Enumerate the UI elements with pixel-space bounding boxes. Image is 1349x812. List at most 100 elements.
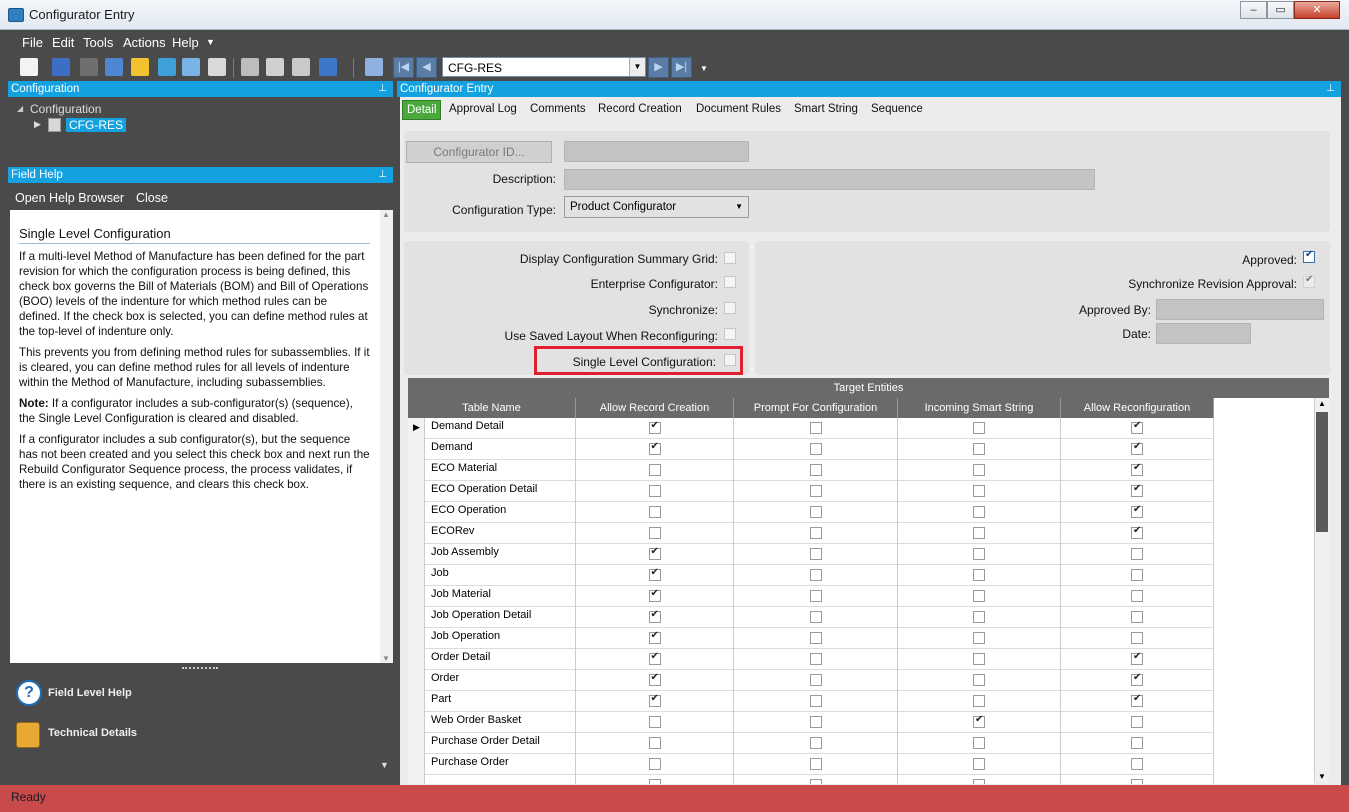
- configurator-id-button[interactable]: Configurator ID...: [406, 141, 552, 163]
- menu-help[interactable]: Help: [172, 35, 199, 50]
- grid-checkbox[interactable]: [973, 737, 985, 749]
- tab-approval-log[interactable]: Approval Log: [449, 103, 517, 115]
- next-record-button[interactable]: ▶: [648, 57, 669, 78]
- row-selector[interactable]: [408, 544, 425, 565]
- row-selector[interactable]: [408, 775, 425, 784]
- grid-checkbox[interactable]: [1131, 462, 1143, 476]
- row-selector[interactable]: ▶: [408, 418, 425, 439]
- tab-detail[interactable]: Detail: [402, 100, 442, 120]
- tab-smart-string[interactable]: Smart String: [794, 103, 858, 115]
- table-name-cell[interactable]: Web Order Basket: [426, 712, 576, 733]
- table-name-cell[interactable]: Purchase Order: [426, 754, 576, 775]
- table-row[interactable]: Demand: [408, 439, 1214, 460]
- expand-icon[interactable]: ▶: [34, 119, 41, 130]
- grid-checkbox[interactable]: [1131, 758, 1143, 770]
- grid-checkbox[interactable]: [973, 632, 985, 644]
- column-header-prompt-for-configuration[interactable]: Prompt For Configuration: [734, 398, 898, 418]
- grid-checkbox[interactable]: [648, 737, 661, 749]
- open-book-icon[interactable]: [105, 58, 123, 76]
- grid-checkbox[interactable]: [648, 693, 661, 707]
- chevron-down-icon[interactable]: ▼: [735, 202, 743, 211]
- close-help-link[interactable]: Close: [136, 191, 168, 205]
- table-name-cell[interactable]: Purchase Order Detail: [426, 733, 576, 754]
- toolbar-overflow-icon[interactable]: ▼: [700, 64, 708, 73]
- row-selector[interactable]: [408, 712, 425, 733]
- row-selector[interactable]: [408, 586, 425, 607]
- grid-checkbox[interactable]: [973, 422, 985, 434]
- close-window-button[interactable]: ✕: [1294, 1, 1340, 19]
- grid-checkbox[interactable]: [973, 590, 985, 602]
- row-selector[interactable]: [408, 607, 425, 628]
- copy-icon[interactable]: [266, 58, 284, 76]
- table-row[interactable]: Part: [408, 691, 1214, 712]
- column-header-allow-record-creation[interactable]: Allow Record Creation: [576, 398, 734, 418]
- grid-checkbox[interactable]: [809, 653, 822, 665]
- table-name-cell[interactable]: Order Detail: [426, 649, 576, 670]
- configurator-id-field[interactable]: [564, 141, 749, 162]
- menu-edit[interactable]: Edit: [52, 35, 74, 50]
- eraser-icon[interactable]: [208, 58, 226, 76]
- grid-checkbox[interactable]: [973, 548, 985, 560]
- table-row[interactable]: Order: [408, 670, 1214, 691]
- grid-checkbox[interactable]: [1131, 632, 1143, 644]
- menu-tools[interactable]: Tools: [83, 35, 113, 50]
- approved-by-field[interactable]: [1156, 299, 1324, 320]
- table-row[interactable]: Job: [408, 565, 1214, 586]
- grid-checkbox[interactable]: [809, 590, 822, 602]
- grid-checkbox[interactable]: [1131, 693, 1143, 707]
- column-header-allow-reconfiguration[interactable]: Allow Reconfiguration: [1061, 398, 1214, 418]
- row-selector[interactable]: [408, 439, 425, 460]
- row-selector[interactable]: [408, 733, 425, 754]
- table-row[interactable]: Order Detail: [408, 649, 1214, 670]
- grid-checkbox[interactable]: [809, 548, 822, 560]
- pin-icon[interactable]: ⊥: [378, 167, 387, 183]
- table-name-cell[interactable]: Demand Detail: [426, 418, 576, 439]
- grid-checkbox[interactable]: [648, 567, 661, 581]
- column-header-table-name[interactable]: Table Name: [408, 398, 576, 418]
- scroll-down-icon[interactable]: ▼: [382, 654, 390, 663]
- row-selector[interactable]: [408, 523, 425, 544]
- chevron-down-icon[interactable]: ▼: [629, 58, 645, 76]
- table-name-cell[interactable]: Demand: [426, 439, 576, 460]
- grid-checkbox[interactable]: [809, 758, 822, 770]
- grid-checkbox[interactable]: [1131, 611, 1143, 623]
- tab-document-rules[interactable]: Document Rules: [696, 103, 781, 115]
- description-field[interactable]: [564, 169, 1095, 190]
- tab-sequence[interactable]: Sequence: [871, 103, 923, 115]
- open-help-browser-link[interactable]: Open Help Browser: [15, 191, 124, 205]
- menu-overflow-icon[interactable]: ▼: [206, 37, 215, 47]
- table-name-cell[interactable]: ECO Material: [426, 460, 576, 481]
- table-name-cell[interactable]: ECO Operation: [426, 502, 576, 523]
- refresh-icon[interactable]: [158, 58, 176, 76]
- row-selector[interactable]: [408, 460, 425, 481]
- column-header-incoming-smart-string[interactable]: Incoming Smart String: [898, 398, 1061, 418]
- grid-checkbox[interactable]: [1131, 651, 1143, 665]
- scroll-up-icon[interactable]: ▲: [1318, 399, 1326, 408]
- table-name-cell[interactable]: Order: [426, 670, 576, 691]
- grid-checkbox[interactable]: [648, 716, 661, 728]
- row-selector[interactable]: [408, 565, 425, 586]
- grid-checkbox[interactable]: [648, 506, 661, 518]
- grid-checkbox[interactable]: [648, 420, 661, 434]
- grid-checkbox[interactable]: [809, 611, 822, 623]
- paste-icon[interactable]: [292, 58, 310, 76]
- previous-record-button[interactable]: ◀: [416, 57, 437, 78]
- grid-checkbox[interactable]: [1131, 504, 1143, 518]
- help-scrollbar[interactable]: ▲ ▼: [380, 210, 393, 663]
- grid-checkbox[interactable]: [973, 779, 985, 784]
- row-selector[interactable]: [408, 691, 425, 712]
- table-row[interactable]: Job Assembly: [408, 544, 1214, 565]
- grid-checkbox[interactable]: [648, 758, 661, 770]
- grid-checkbox[interactable]: [1131, 420, 1143, 434]
- new-icon[interactable]: [20, 58, 38, 76]
- undo-icon[interactable]: [319, 58, 337, 76]
- grid-checkbox[interactable]: [973, 758, 985, 770]
- scroll-down-icon[interactable]: ▼: [1318, 772, 1326, 781]
- grid-checkbox[interactable]: [973, 443, 985, 455]
- grid-checkbox[interactable]: [809, 464, 822, 476]
- record-selector[interactable]: CFG-RES ▼: [442, 57, 646, 77]
- grid-checkbox[interactable]: [973, 611, 985, 623]
- row-selector[interactable]: [408, 754, 425, 775]
- date-field[interactable]: [1156, 323, 1251, 344]
- pin-icon[interactable]: ⊥: [378, 81, 387, 97]
